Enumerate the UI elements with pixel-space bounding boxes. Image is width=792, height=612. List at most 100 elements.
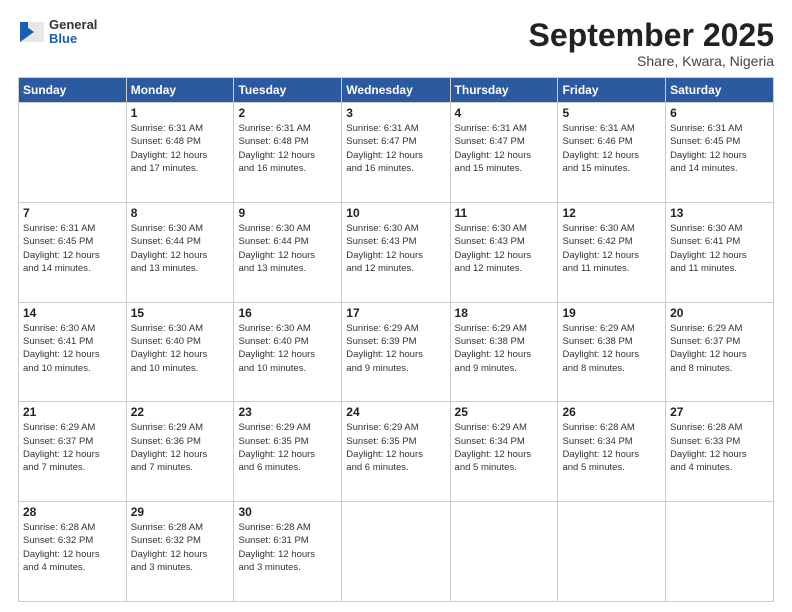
day-number: 14	[23, 306, 122, 320]
day-info: Sunrise: 6:30 AMSunset: 6:44 PMDaylight:…	[238, 222, 337, 275]
table-row: 29Sunrise: 6:28 AMSunset: 6:32 PMDayligh…	[126, 502, 234, 602]
col-thursday: Thursday	[450, 78, 558, 103]
table-row	[342, 502, 450, 602]
day-number: 4	[455, 106, 554, 120]
day-info: Sunrise: 6:31 AMSunset: 6:46 PMDaylight:…	[562, 122, 661, 175]
table-row: 9 Sunrise: 6:30 AMSunset: 6:44 PMDaylight…	[234, 202, 342, 302]
day-number: 16	[238, 306, 337, 320]
day-info: Sunrise: 6:30 AMSunset: 6:41 PMDaylight:…	[23, 322, 122, 375]
table-row: 6 Sunrise: 6:31 AMSunset: 6:45 PMDaylight…	[666, 103, 774, 203]
table-row: 13 Sunrise: 6:30 AMSunset: 6:41 PMDayligh…	[666, 202, 774, 302]
day-number: 23	[238, 405, 337, 419]
day-number: 18	[455, 306, 554, 320]
day-info: Sunrise: 6:30 AMSunset: 6:44 PMDaylight:…	[131, 222, 230, 275]
day-number: 17	[346, 306, 445, 320]
calendar-table: Sunday Monday Tuesday Wednesday Thursday…	[18, 77, 774, 602]
day-info: Sunrise: 6:30 AMSunset: 6:40 PMDaylight:…	[238, 322, 337, 375]
col-monday: Monday	[126, 78, 234, 103]
location: Share, Kwara, Nigeria	[529, 53, 774, 69]
day-number: 11	[455, 206, 554, 220]
col-tuesday: Tuesday	[234, 78, 342, 103]
table-row: 23Sunrise: 6:29 AMSunset: 6:35 PMDayligh…	[234, 402, 342, 502]
col-sunday: Sunday	[19, 78, 127, 103]
day-number: 26	[562, 405, 661, 419]
logo-text: General Blue	[49, 18, 97, 47]
day-info: Sunrise: 6:29 AMSunset: 6:35 PMDaylight:…	[346, 421, 445, 474]
day-number: 19	[562, 306, 661, 320]
calendar-header-row: Sunday Monday Tuesday Wednesday Thursday…	[19, 78, 774, 103]
day-info: Sunrise: 6:28 AMSunset: 6:32 PMDaylight:…	[131, 521, 230, 574]
table-row: 28 Sunrise: 6:28 AMSunset: 6:32 PMDayligh…	[19, 502, 127, 602]
day-number: 22	[131, 405, 230, 419]
table-row: 22 Sunrise: 6:29 AMSunset: 6:36 PMDayligh…	[126, 402, 234, 502]
table-row: 19 Sunrise: 6:29 AMSunset: 6:38 PMDayligh…	[558, 302, 666, 402]
logo-blue: Blue	[49, 32, 97, 46]
day-info: Sunrise: 6:28 AMSunset: 6:33 PMDaylight:…	[670, 421, 769, 474]
day-number: 27	[670, 405, 769, 419]
table-row: 30Sunrise: 6:28 AMSunset: 6:31 PMDayligh…	[234, 502, 342, 602]
table-row: 26 Sunrise: 6:28 AMSunset: 6:34 PMDayligh…	[558, 402, 666, 502]
day-number: 5	[562, 106, 661, 120]
day-number: 25	[455, 405, 554, 419]
col-friday: Friday	[558, 78, 666, 103]
day-info: Sunrise: 6:29 AMSunset: 6:37 PMDaylight:…	[23, 421, 122, 474]
day-number: 10	[346, 206, 445, 220]
day-number: 3	[346, 106, 445, 120]
day-number: 2	[238, 106, 337, 120]
table-row: 12 Sunrise: 6:30 AMSunset: 6:42 PMDayligh…	[558, 202, 666, 302]
day-info: Sunrise: 6:31 AMSunset: 6:48 PMDaylight:…	[238, 122, 337, 175]
day-info: Sunrise: 6:29 AMSunset: 6:38 PMDaylight:…	[562, 322, 661, 375]
day-number: 24	[346, 405, 445, 419]
day-number: 7	[23, 206, 122, 220]
col-wednesday: Wednesday	[342, 78, 450, 103]
logo: General Blue	[18, 18, 97, 47]
day-info: Sunrise: 6:30 AMSunset: 6:42 PMDaylight:…	[562, 222, 661, 275]
day-info: Sunrise: 6:31 AMSunset: 6:45 PMDaylight:…	[670, 122, 769, 175]
table-row: 14 Sunrise: 6:30 AMSunset: 6:41 PMDayligh…	[19, 302, 127, 402]
table-row	[19, 103, 127, 203]
day-info: Sunrise: 6:30 AMSunset: 6:43 PMDaylight:…	[346, 222, 445, 275]
day-number: 6	[670, 106, 769, 120]
table-row: 10 Sunrise: 6:30 AMSunset: 6:43 PMDayligh…	[342, 202, 450, 302]
table-row: 2 Sunrise: 6:31 AMSunset: 6:48 PMDaylight…	[234, 103, 342, 203]
day-info: Sunrise: 6:31 AMSunset: 6:48 PMDaylight:…	[131, 122, 230, 175]
page: General Blue September 2025 Share, Kwara…	[0, 0, 792, 612]
table-row: 3 Sunrise: 6:31 AMSunset: 6:47 PMDaylight…	[342, 103, 450, 203]
title-block: September 2025 Share, Kwara, Nigeria	[529, 18, 774, 69]
day-info: Sunrise: 6:30 AMSunset: 6:43 PMDaylight:…	[455, 222, 554, 275]
day-info: Sunrise: 6:29 AMSunset: 6:36 PMDaylight:…	[131, 421, 230, 474]
table-row: 27 Sunrise: 6:28 AMSunset: 6:33 PMDayligh…	[666, 402, 774, 502]
table-row: 24 Sunrise: 6:29 AMSunset: 6:35 PMDayligh…	[342, 402, 450, 502]
calendar-week-row: 14 Sunrise: 6:30 AMSunset: 6:41 PMDayligh…	[19, 302, 774, 402]
table-row: 16 Sunrise: 6:30 AMSunset: 6:40 PMDayligh…	[234, 302, 342, 402]
day-info: Sunrise: 6:31 AMSunset: 6:45 PMDaylight:…	[23, 222, 122, 275]
day-info: Sunrise: 6:28 AMSunset: 6:32 PMDaylight:…	[23, 521, 122, 574]
calendar-week-row: 7 Sunrise: 6:31 AMSunset: 6:45 PMDaylight…	[19, 202, 774, 302]
table-row: 21 Sunrise: 6:29 AMSunset: 6:37 PMDayligh…	[19, 402, 127, 502]
month-title: September 2025	[529, 18, 774, 53]
table-row: 1Sunrise: 6:31 AMSunset: 6:48 PMDaylight…	[126, 103, 234, 203]
day-number: 21	[23, 405, 122, 419]
day-info: Sunrise: 6:28 AMSunset: 6:34 PMDaylight:…	[562, 421, 661, 474]
logo-general: General	[49, 18, 97, 32]
day-number: 20	[670, 306, 769, 320]
day-number: 9	[238, 206, 337, 220]
day-number: 13	[670, 206, 769, 220]
day-info: Sunrise: 6:30 AMSunset: 6:41 PMDaylight:…	[670, 222, 769, 275]
day-number: 15	[131, 306, 230, 320]
day-info: Sunrise: 6:29 AMSunset: 6:38 PMDaylight:…	[455, 322, 554, 375]
table-row: 7 Sunrise: 6:31 AMSunset: 6:45 PMDaylight…	[19, 202, 127, 302]
table-row	[450, 502, 558, 602]
day-number: 30	[238, 505, 337, 519]
table-row: 4 Sunrise: 6:31 AMSunset: 6:47 PMDaylight…	[450, 103, 558, 203]
calendar-week-row: 21 Sunrise: 6:29 AMSunset: 6:37 PMDayligh…	[19, 402, 774, 502]
calendar-week-row: 28 Sunrise: 6:28 AMSunset: 6:32 PMDayligh…	[19, 502, 774, 602]
logo-icon	[18, 18, 46, 46]
table-row: 8Sunrise: 6:30 AMSunset: 6:44 PMDaylight…	[126, 202, 234, 302]
day-info: Sunrise: 6:31 AMSunset: 6:47 PMDaylight:…	[455, 122, 554, 175]
day-number: 28	[23, 505, 122, 519]
day-info: Sunrise: 6:29 AMSunset: 6:37 PMDaylight:…	[670, 322, 769, 375]
day-number: 12	[562, 206, 661, 220]
day-info: Sunrise: 6:29 AMSunset: 6:39 PMDaylight:…	[346, 322, 445, 375]
day-info: Sunrise: 6:31 AMSunset: 6:47 PMDaylight:…	[346, 122, 445, 175]
